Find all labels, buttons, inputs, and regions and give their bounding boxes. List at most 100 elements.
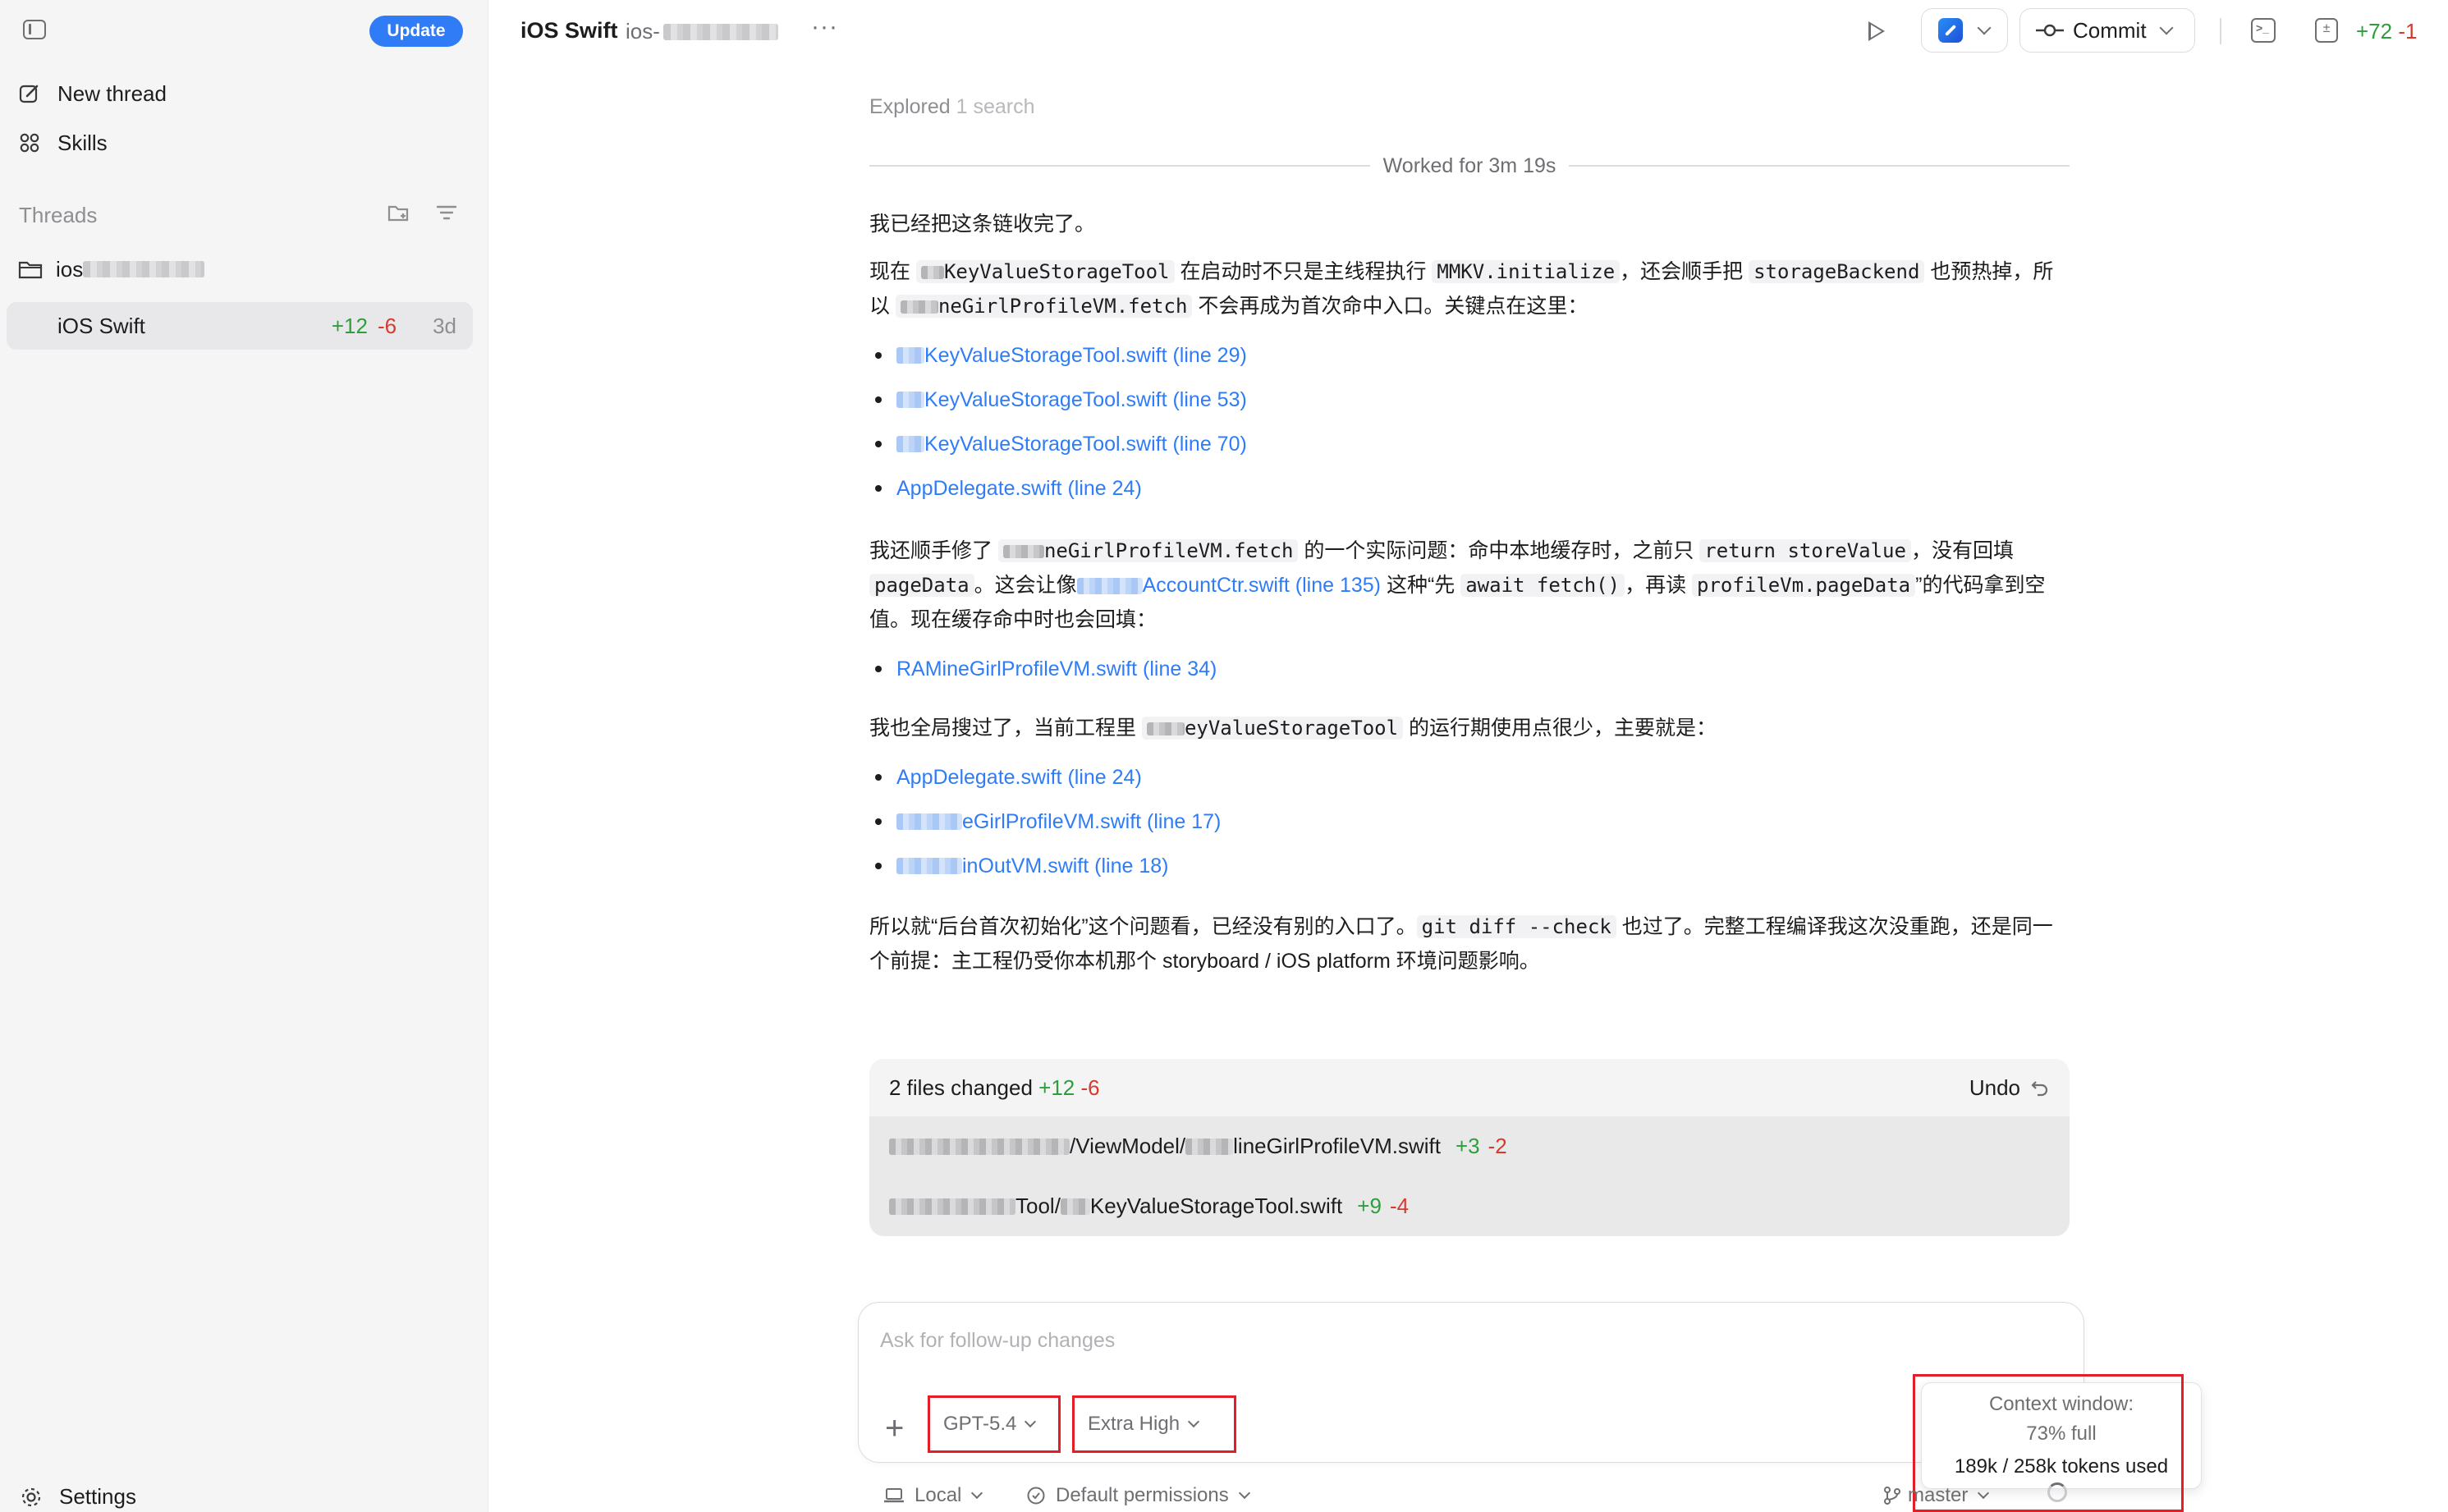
file-path: Tool/: [1015, 1194, 1061, 1218]
thread-name: iOS Swift: [57, 313, 145, 338]
redacted-text: [889, 1198, 1015, 1215]
list-item: KeyValueStorageTool.swift (line 70): [869, 422, 1247, 466]
inline-code: profileVm.pageData: [1692, 574, 1916, 597]
folder-ios[interactable]: ios: [18, 251, 205, 287]
file-path: /ViewModel/: [1070, 1134, 1186, 1158]
text: 。这会让像: [974, 574, 1077, 597]
filter-icon[interactable]: [435, 202, 458, 223]
files-changed-summary: 2 files changed +12 -6: [889, 1075, 1969, 1101]
thread-added: +12: [331, 313, 368, 338]
add-attachment-button[interactable]: +: [885, 1412, 904, 1445]
reasoning-selector[interactable]: Extra High: [1072, 1395, 1236, 1453]
explored-status[interactable]: Explored 1 search: [869, 95, 1035, 119]
bullet: [875, 818, 882, 825]
inline-code: await fetch(): [1460, 574, 1625, 597]
list-item: AppDelegate.swift (line 24): [869, 466, 1247, 511]
thread-item-ios-swift[interactable]: iOS Swift +12 -6 3d: [7, 302, 473, 350]
list-item: KeyValueStorageTool.swift (line 53): [869, 378, 1247, 422]
bullet: [875, 774, 882, 781]
redacted-text: [889, 1138, 1070, 1155]
file-link[interactable]: AccountCtr.swift (line 135): [1143, 574, 1381, 597]
branch-selector[interactable]: master: [1883, 1484, 1990, 1507]
file-link[interactable]: KeyValueStorageTool.swift (line 70): [924, 433, 1247, 456]
explored-label: Explored: [869, 95, 951, 118]
composer[interactable]: Ask for follow-up changes + GPT-5.4 Extr…: [858, 1302, 2084, 1463]
laptop-icon: [884, 1488, 904, 1503]
terminal-icon[interactable]: >_: [2251, 18, 2276, 43]
new-thread-button[interactable]: New thread: [18, 73, 167, 114]
response-paragraph-5: 所以就“后台首次初始化”这个问题看，已经没有别的入口了。 git diff --c…: [869, 909, 2070, 978]
list-item: eGirlProfileVM.swift (line 17): [869, 800, 1221, 844]
list-item: AppDelegate.swift (line 24): [869, 755, 1221, 800]
undo-label: Undo: [1969, 1074, 2020, 1100]
sidebar-toggle-icon[interactable]: [23, 20, 46, 39]
subtitle-text: ios-: [626, 19, 660, 44]
file-link[interactable]: AppDelegate.swift (line 24): [896, 477, 1142, 501]
new-thread-label: New thread: [57, 80, 167, 106]
bullet: [875, 441, 882, 447]
inline-code: storageBackend: [1749, 260, 1925, 283]
location-selector[interactable]: Local: [883, 1484, 983, 1507]
diff-panel-icon[interactable]: ±: [2315, 18, 2338, 43]
project-subtitle: ios-: [626, 19, 778, 44]
bullet: [875, 666, 882, 672]
xcode-icon: [1938, 18, 1963, 43]
redacted-text: [896, 347, 924, 364]
redacted-text: [896, 813, 962, 830]
changed-file-row[interactable]: Tool/ KeyValueStorageTool.swift +9 -4: [869, 1176, 2070, 1236]
shield-icon: [1027, 1487, 1045, 1505]
chevron-down-icon: [1978, 1487, 1990, 1500]
model-selector[interactable]: GPT-5.4: [928, 1395, 1061, 1453]
file-link[interactable]: KeyValueStorageTool.swift (line 29): [924, 344, 1247, 368]
run-icon[interactable]: [1868, 21, 1885, 41]
redacted-text: [896, 436, 924, 452]
folder-label: ios: [56, 256, 84, 282]
redacted-text: [1185, 1138, 1234, 1155]
file-link[interactable]: KeyValueStorageTool.swift (line 53): [924, 388, 1247, 412]
sidebar: Update New thread Skills Threads ios iOS…: [0, 0, 488, 1512]
text: 我还顺手修了: [869, 539, 998, 562]
worked-divider: Worked for 3m 19s: [869, 151, 2070, 181]
inline-code: neGirlProfileVM.fetch: [1043, 539, 1294, 562]
text: 在启动时不只是主线程执行: [1174, 260, 1433, 283]
text: ，再读: [1625, 574, 1693, 597]
divider-line: [869, 165, 1370, 167]
new-folder-icon[interactable]: [387, 202, 410, 223]
bullet: [875, 863, 882, 869]
chevron-down-icon: [1025, 1415, 1037, 1428]
text: 不会再成为首次命中入口。关键点在这里：: [1192, 295, 1588, 318]
file-link[interactable]: RAMineGirlProfileVM.swift (line 34): [896, 657, 1217, 681]
redacted-text: [1076, 578, 1143, 595]
settings-button[interactable]: Settings: [20, 1484, 136, 1510]
chevron-down-icon: [1238, 1487, 1250, 1500]
skills-label: Skills: [57, 130, 108, 155]
changed-file-row[interactable]: /ViewModel/ lineGirlProfileVM.swift +3 -…: [869, 1116, 2070, 1176]
open-in-xcode-button[interactable]: [1921, 8, 2008, 53]
permissions-selector[interactable]: Default permissions: [1026, 1484, 1250, 1507]
header-diff-stats[interactable]: +72 -1: [2356, 19, 2417, 44]
file-link[interactable]: inOutVM.swift (line 18): [962, 855, 1168, 878]
file-added: +9: [1357, 1194, 1382, 1218]
update-button[interactable]: Update: [369, 16, 463, 47]
permissions-label: Default permissions: [1056, 1484, 1229, 1506]
text: ，还会顺手把: [1620, 260, 1749, 283]
divider: [2220, 18, 2221, 44]
commit-button[interactable]: Commit: [2019, 8, 2195, 53]
model-label: GPT-5.4: [943, 1413, 1017, 1435]
text: 的运行期使用点很少，主要就是：: [1403, 717, 1717, 740]
more-options-icon[interactable]: ···: [811, 13, 838, 41]
file-link-list-3: AppDelegate.swift (line 24) eGirlProfile…: [869, 755, 1221, 888]
chevron-down-icon: [971, 1487, 983, 1500]
skills-button[interactable]: Skills: [18, 122, 108, 163]
file-link[interactable]: AppDelegate.swift (line 24): [896, 766, 1142, 790]
file-removed: -4: [1389, 1194, 1410, 1218]
skills-grid-icon: [18, 131, 41, 154]
file-link[interactable]: eGirlProfileVM.swift (line 17): [962, 810, 1221, 834]
response-paragraph-2: 现在 KeyValueStorageTool 在启动时不只是主线程执行 MMKV…: [869, 254, 2070, 323]
inline-code: KeyValueStorageTool: [943, 260, 1170, 283]
follow-up-input[interactable]: Ask for follow-up changes: [880, 1329, 1115, 1353]
undo-button[interactable]: Undo: [1969, 1075, 2050, 1101]
folder-icon: [18, 261, 43, 279]
files-changed-card: 2 files changed +12 -6 Undo /ViewModel/ …: [869, 1059, 2070, 1236]
compose-icon: [18, 82, 41, 105]
